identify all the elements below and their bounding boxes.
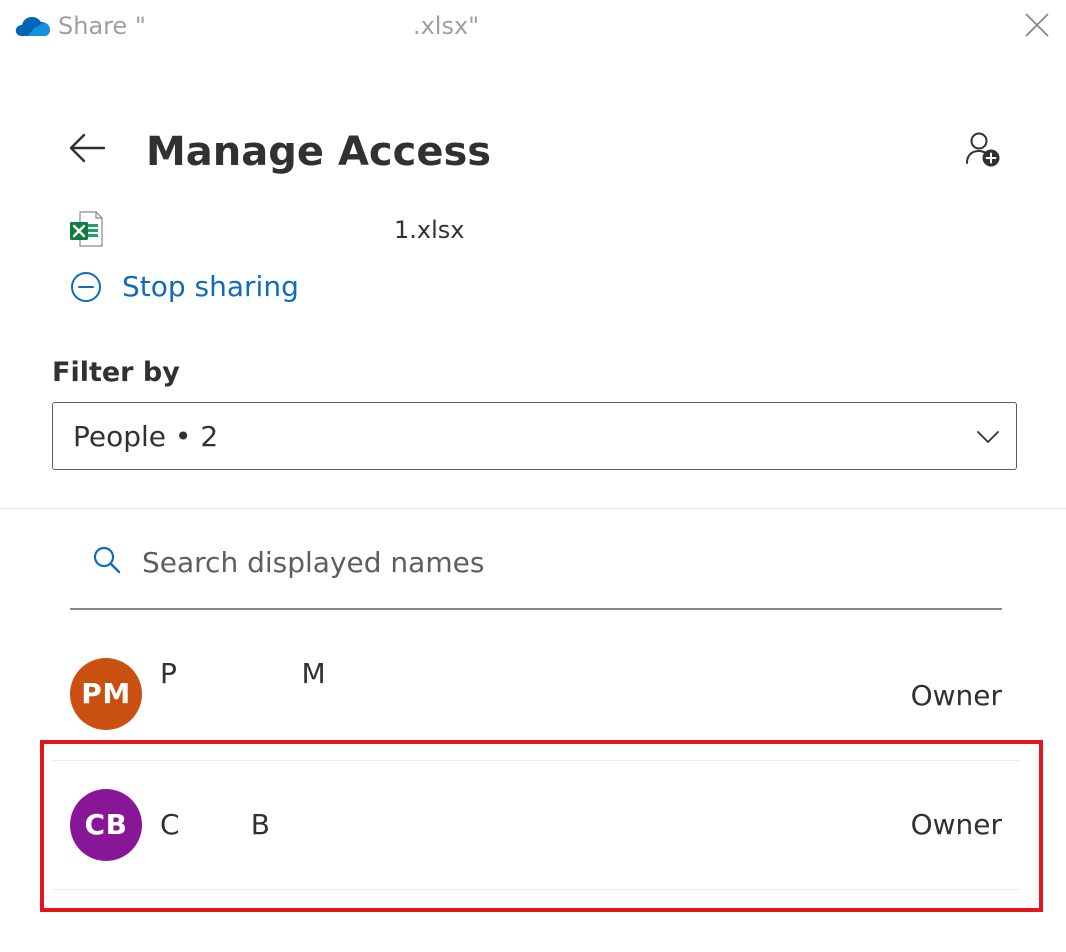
person-role[interactable]: Owner [911, 805, 1002, 845]
page-title: Manage Access [146, 129, 492, 175]
person-name: P M [160, 657, 326, 690]
avatar: PM [70, 658, 142, 730]
filter-selected-value: People • 2 [73, 420, 219, 453]
person-name: C B [160, 808, 270, 841]
chevron-down-icon [977, 431, 999, 443]
person-row-1[interactable]: PM P M Owner [52, 630, 1020, 760]
stop-sharing-label: Stop sharing [122, 270, 299, 303]
person-row-2[interactable]: CB C B Owner [52, 760, 1020, 890]
search-box[interactable] [70, 530, 1002, 608]
minus-circle-icon [71, 272, 101, 302]
window-title: Share " .xlsx" [58, 12, 480, 40]
section-divider [0, 508, 1066, 509]
search-icon [93, 546, 121, 574]
excel-file-icon [70, 211, 103, 247]
filter-dropdown[interactable]: People • 2 [52, 402, 1017, 470]
person-role[interactable]: Owner [911, 676, 1002, 716]
back-arrow-icon[interactable] [66, 128, 108, 168]
search-underline [70, 608, 1002, 610]
onedrive-cloud-icon [15, 17, 50, 36]
close-icon[interactable] [1022, 10, 1052, 40]
avatar: CB [70, 789, 142, 861]
add-person-icon[interactable] [962, 130, 1004, 170]
file-name: 1.xlsx [394, 216, 465, 244]
stop-sharing-button[interactable]: Stop sharing [66, 262, 326, 312]
search-input[interactable] [142, 542, 962, 582]
title-bar: Share " .xlsx" [0, 0, 1066, 54]
filter-label: Filter by [52, 357, 180, 388]
